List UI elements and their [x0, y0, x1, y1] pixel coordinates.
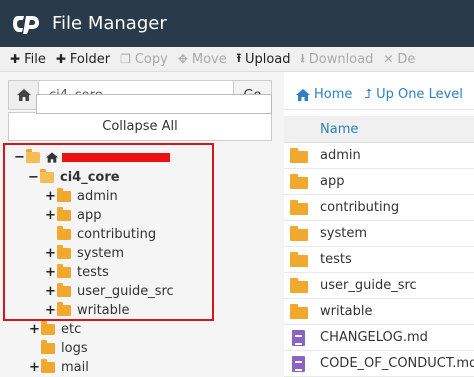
collapse-all-button[interactable]: Collapse All: [8, 112, 272, 141]
move-icon: ✥: [177, 52, 188, 66]
new-folder-label: Folder: [69, 51, 111, 67]
download-icon: ⭳: [300, 50, 305, 65]
home-label: Home: [314, 87, 353, 102]
expand-toggle-icon[interactable]: +: [29, 322, 40, 337]
file-name: contributing: [320, 200, 400, 215]
delete-button[interactable]: ✕ De: [383, 52, 415, 67]
file-name: system: [320, 226, 367, 241]
folder-icon: [41, 321, 55, 335]
delete-icon: ✕: [383, 52, 394, 66]
up-one-level-button[interactable]: ⮥ Up One Level: [364, 87, 463, 102]
column-header-name[interactable]: Name: [284, 116, 474, 143]
upload-icon: ⭱: [236, 50, 241, 65]
tree-node-label: etc: [61, 322, 82, 337]
folder-icon: [41, 340, 55, 354]
file-list-panel: Home ⮥ Up One Level Name admin app contr…: [284, 72, 474, 377]
column-header-label: Name: [320, 122, 359, 137]
new-folder-button[interactable]: ✚ Folder: [56, 52, 110, 67]
copy-icon: ❐: [120, 52, 131, 66]
tree-node-logs[interactable]: logs: [29, 339, 88, 358]
download-button[interactable]: ⭳ Download: [301, 49, 374, 70]
level-up-icon: ⮥: [364, 87, 373, 102]
file-row[interactable]: writable: [284, 299, 474, 325]
folder-icon: [290, 278, 308, 293]
folder-icon: [290, 304, 308, 319]
folder-icon: [290, 200, 308, 215]
file-row[interactable]: app: [284, 169, 474, 195]
file-name: CHANGELOG.md: [320, 330, 428, 345]
app-header: File Manager: [0, 0, 474, 47]
home-button[interactable]: Home: [296, 87, 352, 102]
home-path-button[interactable]: [9, 81, 39, 109]
file-name: tests: [320, 252, 352, 267]
tree-node-label: mail: [61, 360, 89, 375]
upload-label: Upload: [244, 51, 291, 67]
highlight-annotation-box: [3, 143, 214, 321]
tree-node-mail[interactable]: + mail: [29, 358, 89, 377]
download-label: Download: [308, 51, 374, 67]
file-row[interactable]: contributing: [284, 195, 474, 221]
tree-node-etc[interactable]: + etc: [29, 320, 81, 339]
copy-button[interactable]: ❐ Copy: [120, 52, 168, 67]
file-row[interactable]: admin: [284, 143, 474, 169]
home-icon: [296, 88, 310, 101]
folder-icon: [290, 174, 308, 189]
file-row[interactable]: CODE_OF_CONDUCT.md: [284, 351, 474, 377]
home-icon: [16, 89, 31, 101]
folder-icon: [41, 359, 55, 373]
file-row[interactable]: tests: [284, 247, 474, 273]
app-title: File Manager: [52, 13, 167, 34]
file-name: writable: [320, 304, 373, 319]
cpanel-logo-icon: [12, 13, 40, 35]
plus-icon: ✚: [10, 52, 21, 66]
file-name: admin: [320, 148, 361, 163]
up-one-level-label: Up One Level: [376, 87, 463, 102]
folder-icon: [290, 252, 308, 267]
move-button[interactable]: ✥ Move: [178, 52, 227, 67]
file-name: user_guide_src: [320, 278, 417, 293]
plus-icon: ✚: [55, 52, 66, 66]
move-label: Move: [191, 51, 227, 67]
new-file-label: File: [24, 51, 46, 67]
file-row[interactable]: user_guide_src: [284, 273, 474, 299]
tree-selection-highlight: [36, 94, 272, 114]
folder-icon: [290, 148, 308, 163]
folder-icon: [290, 226, 308, 241]
delete-label: De: [397, 51, 416, 67]
file-row[interactable]: system: [284, 221, 474, 247]
toolbar: ✚ File ✚ Folder ❐ Copy ✥ Move ⭱ Upload ⭳…: [0, 47, 474, 72]
new-file-button[interactable]: ✚ File: [10, 52, 46, 67]
tree-node-label: logs: [61, 341, 88, 356]
file-name: app: [320, 174, 345, 189]
document-icon: [292, 330, 305, 346]
nav-bar: Home ⮥ Up One Level: [284, 80, 474, 110]
file-row[interactable]: CHANGELOG.md: [284, 325, 474, 351]
document-icon: [292, 356, 305, 372]
upload-button[interactable]: ⭱ Upload: [237, 49, 291, 70]
copy-label: Copy: [134, 51, 168, 67]
expand-toggle-icon[interactable]: +: [29, 360, 40, 375]
file-name: CODE_OF_CONDUCT.md: [320, 356, 474, 371]
